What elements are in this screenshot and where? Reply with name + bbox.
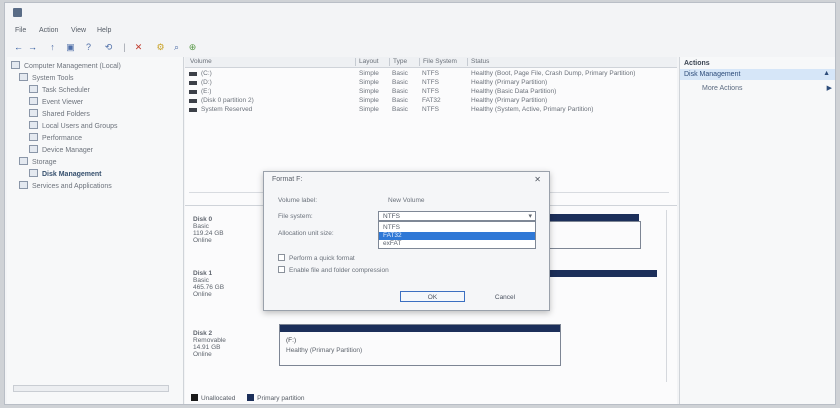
col-type[interactable]: Type	[389, 58, 419, 66]
services-icon	[19, 181, 28, 189]
tree-item-local-users[interactable]: Local Users and Groups	[29, 121, 117, 130]
actions-section-disk-management[interactable]: Disk Management ▲	[680, 69, 835, 80]
tree-item-disk-management[interactable]: Disk Management	[29, 169, 102, 178]
tree-scrollbar[interactable]	[13, 385, 169, 392]
menu-action[interactable]: Action	[39, 26, 58, 36]
disk-2-partition[interactable]: (F:) Healthy (Primary Partition)	[279, 324, 561, 366]
menu-view[interactable]: View	[71, 26, 86, 36]
tree-item-root[interactable]: Computer Management (Local)	[11, 61, 121, 70]
help-icon[interactable]: ?	[83, 42, 94, 53]
ok-button[interactable]: OK	[400, 291, 465, 302]
properties-icon[interactable]: ▣	[65, 42, 76, 53]
up-icon[interactable]: ↑	[47, 42, 58, 53]
disk-1-partition-bar[interactable]	[543, 270, 657, 277]
file-system-option-selected[interactable]: FAT32	[379, 232, 535, 240]
tree-item-performance[interactable]: Performance	[29, 133, 82, 142]
dialog-title: Format F:	[272, 176, 303, 183]
disk-0-partition[interactable]	[543, 221, 641, 249]
zoom-icon[interactable]: ⊕	[187, 42, 198, 53]
forward-arrow-icon[interactable]: →	[27, 42, 38, 53]
compression-checkbox[interactable]: Enable file and folder compression	[278, 266, 389, 274]
disk-2-partition-status: Healthy (Primary Partition)	[286, 347, 363, 354]
more-actions-link[interactable]: More Actions	[702, 85, 742, 92]
actions-header: Actions	[684, 60, 710, 67]
disk-2-info: Disk 2 Removable 14.91 GB Online	[193, 330, 226, 358]
computer-icon	[11, 61, 20, 69]
quick-format-checkbox[interactable]: Perform a quick format	[278, 254, 355, 262]
separator-icon: |	[123, 42, 126, 52]
file-system-option[interactable]: NTFS	[379, 224, 535, 232]
drive-icon	[189, 81, 197, 85]
drive-icon	[189, 72, 197, 76]
title-bar	[5, 3, 835, 23]
volume-row[interactable]: System Reserved Simple Basic NTFS Health…	[185, 106, 677, 114]
tree-item-event-viewer[interactable]: Event Viewer	[29, 97, 83, 106]
file-system-option[interactable]: exFAT	[379, 240, 535, 248]
disk-1-info: Disk 1 Basic 465.76 GB Online	[193, 270, 225, 298]
drive-icon	[189, 108, 197, 112]
disk-map-scrollbar[interactable]	[666, 210, 673, 382]
delete-icon[interactable]: ✕	[133, 42, 144, 53]
volume-row[interactable]: (C:) Simple Basic NTFS Healthy (Boot, Pa…	[185, 70, 677, 78]
performance-icon	[29, 133, 38, 141]
format-dialog: Format F: ✕ Volume label: New Volume Fil…	[263, 171, 550, 311]
toolbar: ← → ↑ ▣ ? ⟲ | ✕ ⚙ ⌕ ⊕	[5, 39, 835, 57]
tree-item-services[interactable]: Services and Applications	[19, 181, 112, 190]
tree-item-system-tools[interactable]: System Tools	[19, 73, 74, 82]
drive-icon	[189, 99, 197, 103]
menu-bar: File Action View Help	[5, 23, 835, 39]
more-actions-arrow-icon[interactable]: ▶	[827, 84, 832, 92]
file-system-options: NTFS FAT32 exFAT	[378, 221, 536, 249]
event-icon	[29, 97, 38, 105]
file-system-label: File system:	[278, 213, 313, 220]
disk-2-partition-label: (F:)	[286, 337, 297, 344]
col-volume[interactable]: Volume	[187, 58, 350, 66]
volume-row[interactable]: (D:) Simple Basic NTFS Healthy (Primary …	[185, 79, 677, 87]
storage-icon	[19, 157, 28, 165]
tree-item-task-scheduler[interactable]: Task Scheduler	[29, 85, 90, 94]
status-bar	[5, 396, 835, 404]
menu-file[interactable]: File	[15, 26, 26, 36]
refresh-icon[interactable]: ⟲	[103, 42, 114, 53]
disk-0-partition-bar[interactable]	[543, 214, 639, 221]
clock-icon	[29, 85, 38, 93]
collapse-arrow-icon[interactable]: ▲	[823, 70, 830, 77]
volume-row[interactable]: (Disk 0 partition 2) Simple Basic FAT32 …	[185, 97, 677, 105]
checkbox-icon	[278, 266, 285, 273]
col-file-system[interactable]: File System	[419, 58, 467, 66]
device-icon	[29, 145, 38, 153]
volume-label-label: Volume label:	[278, 197, 318, 204]
disk-2-partition-bar	[280, 325, 560, 332]
search-icon[interactable]: ⌕	[171, 42, 182, 53]
allocation-unit-label: Allocation unit size:	[278, 230, 334, 237]
tree-item-storage[interactable]: Storage	[19, 157, 57, 166]
volume-list-header: Volume Layout Type File System Status	[185, 57, 677, 68]
file-system-select[interactable]: NTFS ▾	[378, 211, 536, 221]
cancel-button[interactable]: Cancel	[475, 291, 535, 302]
users-icon	[29, 121, 38, 129]
chevron-down-icon[interactable]: ▾	[528, 212, 532, 220]
volume-row[interactable]: (E:) Simple Basic NTFS Healthy (Basic Da…	[185, 88, 677, 96]
tree-item-device-manager[interactable]: Device Manager	[29, 145, 93, 154]
volume-label-value[interactable]: New Volume	[388, 197, 425, 204]
col-status[interactable]: Status	[467, 58, 671, 66]
back-arrow-icon[interactable]: ←	[13, 42, 24, 53]
settings-icon[interactable]: ⚙	[155, 42, 166, 53]
folder-icon	[29, 109, 38, 117]
navigation-tree: Computer Management (Local) System Tools…	[7, 57, 184, 404]
app-window: File Action View Help ← → ↑ ▣ ? ⟲ | ✕ ⚙ …	[4, 2, 836, 405]
drive-icon	[189, 90, 197, 94]
computer-management-icon	[13, 8, 22, 17]
tree-item-shared-folders[interactable]: Shared Folders	[29, 109, 90, 118]
tools-icon	[19, 73, 28, 81]
col-layout[interactable]: Layout	[355, 58, 389, 66]
menu-help[interactable]: Help	[97, 26, 111, 36]
disk-icon	[29, 169, 38, 177]
close-icon[interactable]: ✕	[534, 175, 541, 184]
disk-0-info: Disk 0 Basic 119.24 GB Online	[193, 216, 224, 244]
actions-pane: Actions Disk Management ▲ More Actions ▶	[679, 57, 835, 404]
checkbox-icon	[278, 254, 285, 261]
